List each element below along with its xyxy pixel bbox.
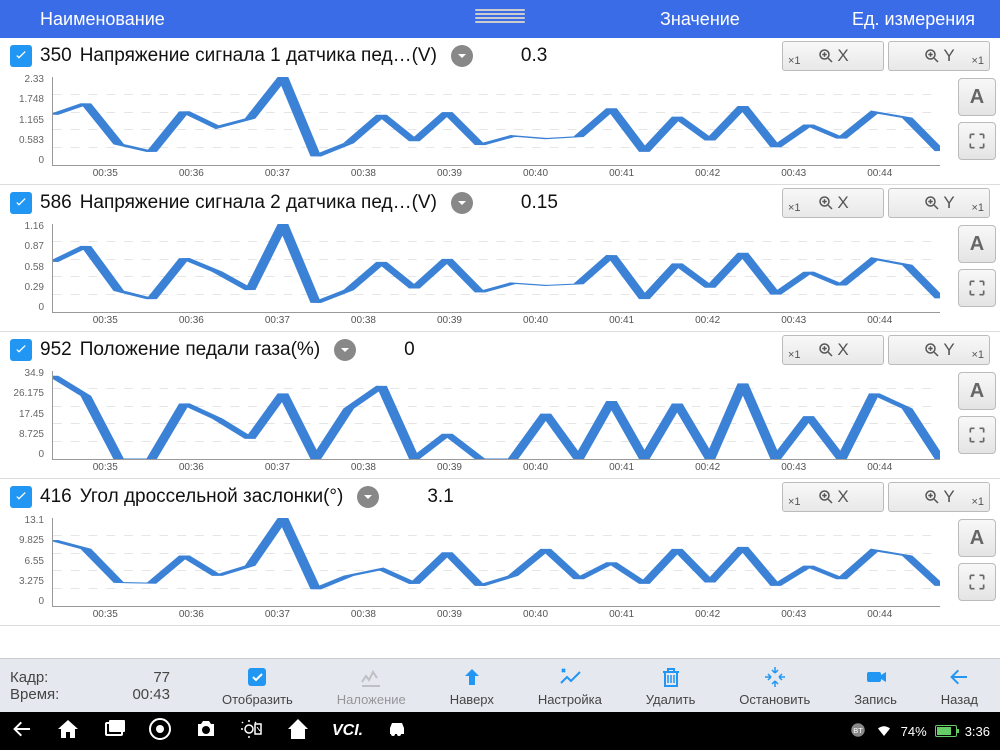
footer-button-0[interactable]: Отобразить [222, 664, 293, 707]
home-icon[interactable] [56, 717, 80, 746]
y-axis-labels: 2.331.7481.1650.5830 [0, 74, 48, 166]
param-id: 416 [40, 486, 72, 508]
footer-button-3[interactable]: Настройка [538, 664, 602, 707]
param-name: Напряжение сигнала 2 датчика пед…(V) [80, 192, 437, 214]
dropdown-icon[interactable] [451, 192, 473, 214]
footer-button-1[interactable]: Наложение [337, 664, 406, 707]
x-axis-labels: 00:3500:3600:3700:3800:3900:4000:4100:42… [52, 168, 940, 182]
param-id: 586 [40, 192, 72, 214]
footer-button-6[interactable]: Запись [854, 664, 897, 707]
param-id: 952 [40, 339, 72, 361]
frame-label: Кадр: [10, 669, 48, 686]
chart-area[interactable]: 2.331.7481.1650.5830 00:3500:3600:3700:3… [0, 74, 952, 184]
param-value: 0.15 [521, 192, 558, 214]
param-value: 3.1 [427, 486, 453, 508]
fullscreen-button[interactable] [958, 416, 996, 454]
zoom-x-button[interactable]: ×1X [782, 335, 884, 365]
param-name: Угол дроссельной заслонки(°) [80, 486, 344, 508]
checkbox[interactable] [10, 192, 32, 214]
param-name: Напряжение сигнала 1 датчика пед…(V) [80, 45, 437, 67]
param-id: 350 [40, 45, 72, 67]
footer-info: Кадр: 77 Время: 00:43 [0, 669, 200, 703]
android-navbar: VCI. BT 74% 3:36 [0, 712, 1000, 750]
zoom-x-button[interactable]: ×1X [782, 188, 884, 218]
time-value: 00:43 [132, 686, 170, 703]
checkbox[interactable] [10, 486, 32, 508]
auto-scale-button[interactable]: A [958, 78, 996, 116]
fullscreen-button[interactable] [958, 563, 996, 601]
drag-handle-icon[interactable] [475, 6, 525, 26]
header-value: Значение [660, 9, 740, 30]
param-name: Положение педали газа(%) [80, 339, 320, 361]
auto-scale-button[interactable]: A [958, 225, 996, 263]
zoom-y-button[interactable]: Y×1 [888, 41, 990, 71]
back-icon[interactable] [10, 717, 34, 746]
dropdown-icon[interactable] [357, 486, 379, 508]
zoom-y-button[interactable]: Y×1 [888, 335, 990, 365]
wifi-icon [875, 721, 893, 742]
chart-area[interactable]: 34.926.17517.458.7250 00:3500:3600:3700:… [0, 368, 952, 478]
y-axis-labels: 34.926.17517.458.7250 [0, 368, 48, 460]
auto-scale-button[interactable]: A [958, 372, 996, 410]
data-panel: 952 Положение педали газа(%) 0 ×1X Y×1 3… [0, 332, 1000, 479]
battery-icon [935, 725, 957, 737]
car-icon[interactable] [385, 717, 409, 746]
clock: 3:36 [965, 724, 990, 739]
y-axis-labels: 13.19.8256.553.2750 [0, 515, 48, 607]
svg-text:BT: BT [853, 726, 863, 735]
zoom-x-button[interactable]: ×1X [782, 41, 884, 71]
column-header-bar: Наименование Значение Ед. измерения [0, 0, 1000, 38]
chrome-icon[interactable] [148, 717, 172, 746]
fullscreen-button[interactable] [958, 122, 996, 160]
footer-button-2[interactable]: Наверх [450, 664, 494, 707]
time-label: Время: [10, 686, 59, 703]
checkbox[interactable] [10, 339, 32, 361]
zoom-x-button[interactable]: ×1X [782, 482, 884, 512]
zoom-y-button[interactable]: Y×1 [888, 188, 990, 218]
footer-button-4[interactable]: Удалить [646, 664, 696, 707]
dropdown-icon[interactable] [334, 339, 356, 361]
param-value: 0.3 [521, 45, 547, 67]
brightness-icon[interactable] [240, 717, 264, 746]
frame-value: 77 [153, 669, 170, 686]
fullscreen-button[interactable] [958, 269, 996, 307]
x-axis-labels: 00:3500:3600:3700:3800:3900:4000:4100:42… [52, 609, 940, 623]
dropdown-icon[interactable] [451, 45, 473, 67]
chart-area[interactable]: 13.19.8256.553.2750 00:3500:3600:3700:38… [0, 515, 952, 625]
data-panel: 350 Напряжение сигнала 1 датчика пед…(V)… [0, 38, 1000, 185]
bluetooth-icon: BT [849, 721, 867, 742]
footer-toolbar: Кадр: 77 Время: 00:43 Отобразить Наложение Н… [0, 658, 1000, 712]
footer-button-7[interactable]: Назад [941, 664, 978, 707]
x-axis-labels: 00:3500:3600:3700:3800:3900:4000:4100:42… [52, 462, 940, 476]
battery-percent: 74% [901, 724, 927, 739]
zoom-y-button[interactable]: Y×1 [888, 482, 990, 512]
chart-area[interactable]: 1.160.870.580.290 00:3500:3600:3700:3800… [0, 221, 952, 331]
chart-panels: 350 Напряжение сигнала 1 датчика пед…(V)… [0, 38, 1000, 658]
auto-scale-button[interactable]: A [958, 519, 996, 557]
data-panel: 416 Угол дроссельной заслонки(°) 3.1 ×1X… [0, 479, 1000, 626]
x-axis-labels: 00:3500:3600:3700:3800:3900:4000:4100:42… [52, 315, 940, 329]
header-name: Наименование [0, 9, 165, 30]
app-home-icon[interactable] [286, 717, 310, 746]
vci-icon: VCI. [332, 722, 363, 740]
param-value: 0 [404, 339, 415, 361]
recent-apps-icon[interactable] [102, 717, 126, 746]
data-panel: 586 Напряжение сигнала 2 датчика пед…(V)… [0, 185, 1000, 332]
y-axis-labels: 1.160.870.580.290 [0, 221, 48, 313]
header-unit: Ед. измерения [852, 9, 975, 30]
camera-icon[interactable] [194, 717, 218, 746]
checkbox[interactable] [10, 45, 32, 67]
footer-button-5[interactable]: Остановить [739, 664, 810, 707]
